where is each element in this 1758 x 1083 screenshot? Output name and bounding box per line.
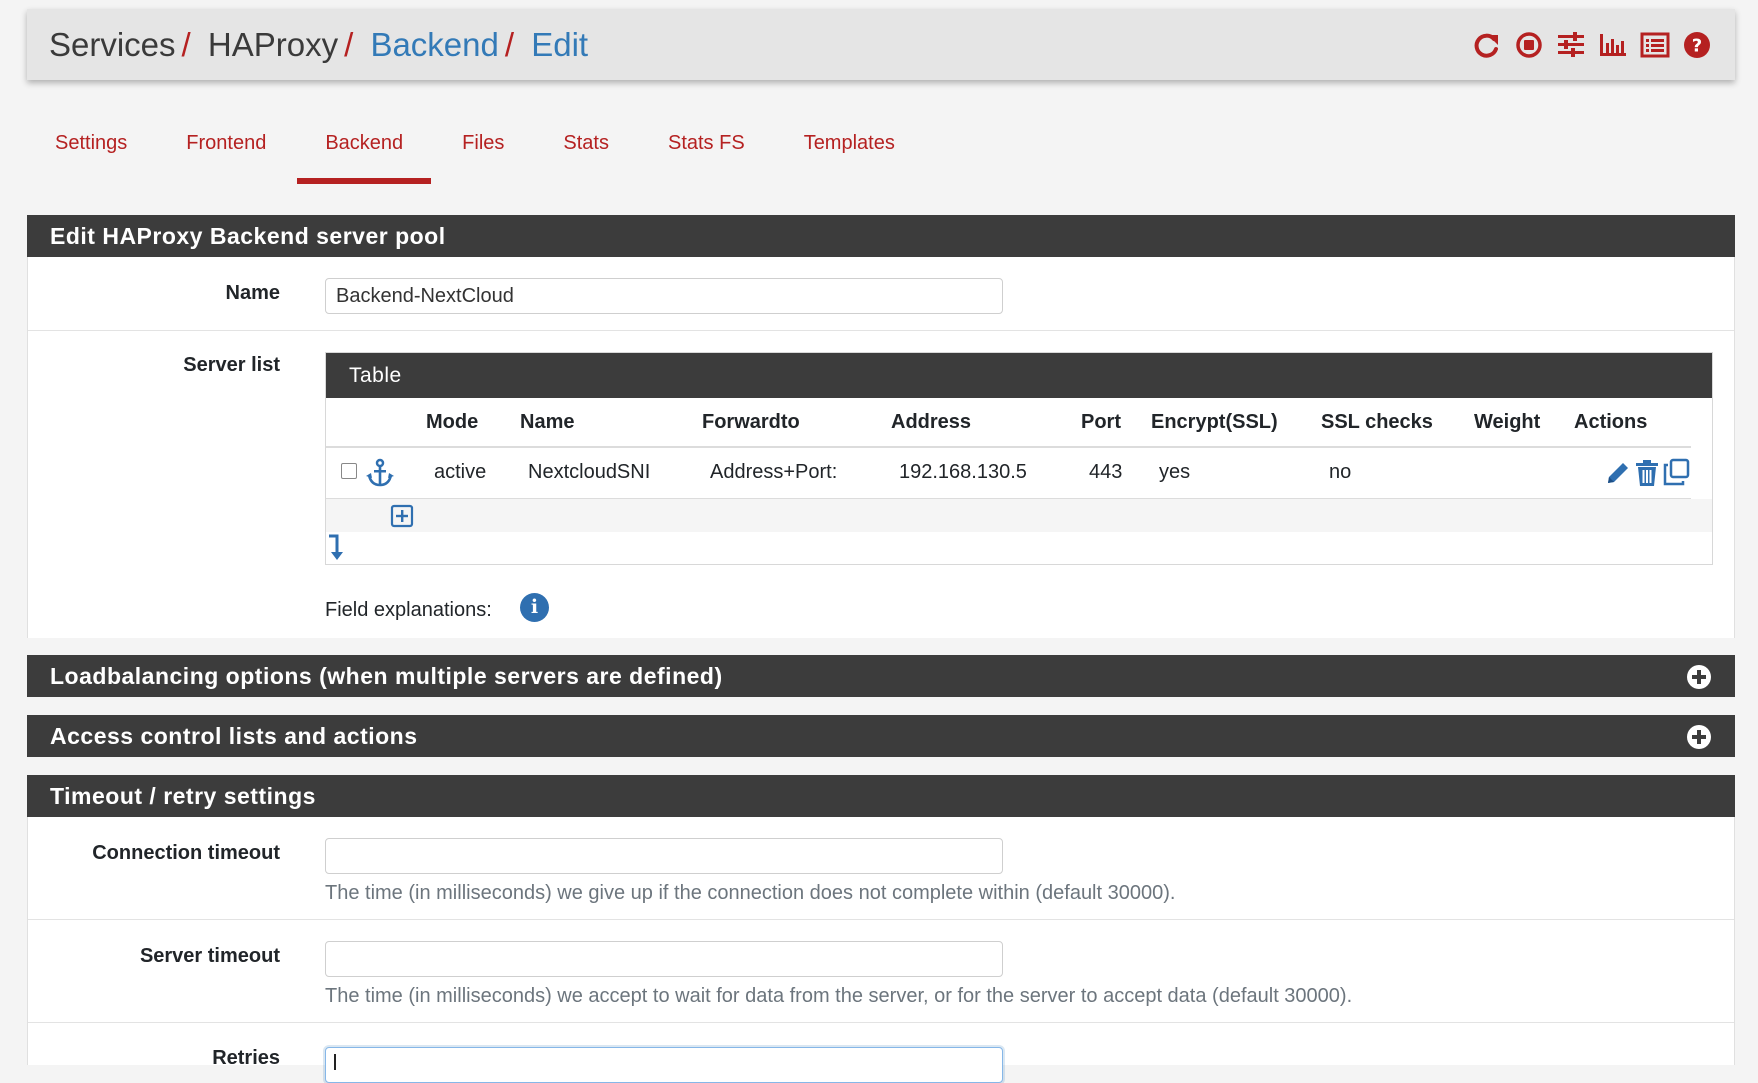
cell-address: 192.168.130.5 (899, 461, 1027, 483)
edit-pencil-icon[interactable] (1604, 459, 1632, 492)
breadcrumb-separator: / (344, 26, 354, 63)
connection-timeout-input[interactable] (325, 838, 1003, 874)
col-address: Address (891, 411, 972, 433)
retries-label: Retries (212, 1047, 280, 1069)
acl-panel-title: Access control lists and actions (50, 723, 418, 749)
name-input[interactable]: Backend-NextCloud (325, 278, 1003, 314)
breadcrumb-bar: Services / HAProxy / Backend / Edit ? (27, 9, 1735, 80)
connection-timeout-help: The time (in milliseconds) we give up if… (325, 882, 1176, 904)
stop-circle-icon[interactable] (1513, 29, 1545, 61)
header-toolbar: ? (1471, 9, 1713, 80)
col-weight: Weight (1474, 411, 1541, 433)
server-table-header: Mode Name Forwardto Address Port Encrypt… (326, 398, 1691, 448)
breadcrumb-separator: / (504, 26, 515, 63)
server-table: Table Mode Name Forwardto Address Port E… (325, 352, 1713, 565)
tab-bar: Settings Frontend Backend Files Stats St… (27, 118, 926, 184)
cell-ssl-checks: no (1329, 461, 1352, 483)
cell-mode: active (434, 461, 487, 483)
tab-frontend[interactable]: Frontend (158, 118, 294, 184)
reload-icon[interactable] (1471, 29, 1503, 61)
tab-stats-fs[interactable]: Stats FS (640, 118, 773, 184)
timeout-panel-title: Timeout / retry settings (27, 775, 1735, 817)
tab-backend[interactable]: Backend (297, 118, 432, 184)
cell-forwardto: Address+Port: (710, 461, 838, 483)
bar-chart-icon[interactable] (1597, 29, 1629, 61)
tab-files[interactable]: Files (434, 118, 532, 184)
list-icon[interactable] (1639, 29, 1671, 61)
tab-stats[interactable]: Stats (535, 118, 637, 184)
name-label: Name (225, 282, 280, 304)
breadcrumb-haproxy: HAProxy (207, 26, 339, 63)
server-list-row: Server list Table Mode Name Forwardto Ad… (28, 331, 1734, 638)
copy-icon[interactable] (1662, 458, 1690, 491)
cell-port: 443 (1089, 461, 1123, 483)
anchor-icon[interactable] (365, 458, 395, 493)
svg-text:?: ? (1692, 35, 1702, 56)
col-name: Name (520, 411, 575, 433)
name-row: Name Backend-NextCloud (28, 257, 1734, 331)
retries-row: Retries (28, 1023, 1734, 1083)
server-timeout-input[interactable] (325, 941, 1003, 977)
col-port: Port (1081, 411, 1121, 433)
col-mode: Mode (426, 411, 479, 433)
server-timeout-row: Server timeout The time (in milliseconds… (28, 920, 1734, 1023)
edit-panel-body: Name Backend-NextCloud Server list Table… (27, 257, 1735, 638)
expand-plus-icon[interactable] (1687, 725, 1711, 749)
breadcrumb: Services / HAProxy / Backend / Edit (49, 9, 588, 80)
server-timeout-label: Server timeout (139, 945, 280, 967)
tab-templates[interactable]: Templates (776, 118, 923, 184)
breadcrumb-edit-link[interactable]: Edit (531, 26, 588, 63)
col-forwardto: Forwardto (702, 411, 800, 433)
level-down-arrow-icon[interactable] (327, 533, 345, 568)
table-row: active NextcloudSNI Address+Port: 192.16… (326, 448, 1691, 499)
tab-settings[interactable]: Settings (27, 118, 155, 184)
server-timeout-help: The time (in milliseconds) we accept to … (325, 985, 1353, 1007)
expand-plus-icon[interactable] (1687, 665, 1711, 689)
breadcrumb-backend-link[interactable]: Backend (370, 26, 498, 63)
help-icon[interactable]: ? (1681, 29, 1713, 61)
breadcrumb-separator: / (181, 26, 191, 63)
cell-name: NextcloudSNI (528, 461, 651, 483)
connection-timeout-row: Connection timeout The time (in millisec… (28, 817, 1734, 920)
timeout-panel-body: Connection timeout The time (in millisec… (27, 817, 1735, 1083)
server-table-title: Table (326, 353, 1712, 398)
col-encrypt: Encrypt(SSL) (1151, 411, 1278, 433)
cell-encrypt: yes (1159, 461, 1191, 483)
col-actions: Actions (1574, 411, 1648, 433)
breadcrumb-services: Services (49, 26, 176, 63)
col-ssl-checks: SSL checks (1321, 411, 1433, 433)
retries-input[interactable] (325, 1047, 1003, 1083)
add-row-plus-icon[interactable] (390, 504, 414, 533)
loadbalancing-panel-title: Loadbalancing options (when multiple ser… (50, 663, 723, 689)
sliders-icon[interactable] (1555, 29, 1587, 61)
field-explanations-label: Field explanations: (325, 599, 492, 621)
acl-panel-header[interactable]: Access control lists and actions (27, 715, 1735, 757)
edit-panel-title: Edit HAProxy Backend server pool (27, 215, 1735, 257)
server-list-label: Server list (183, 354, 280, 376)
row-select-checkbox[interactable] (341, 463, 357, 479)
delete-trash-icon[interactable] (1634, 459, 1660, 492)
loadbalancing-panel-header[interactable]: Loadbalancing options (when multiple ser… (27, 655, 1735, 697)
connection-timeout-label: Connection timeout (92, 842, 280, 864)
text-cursor (334, 1054, 336, 1070)
info-icon[interactable]: i (520, 593, 549, 622)
add-row-area (326, 499, 1712, 532)
